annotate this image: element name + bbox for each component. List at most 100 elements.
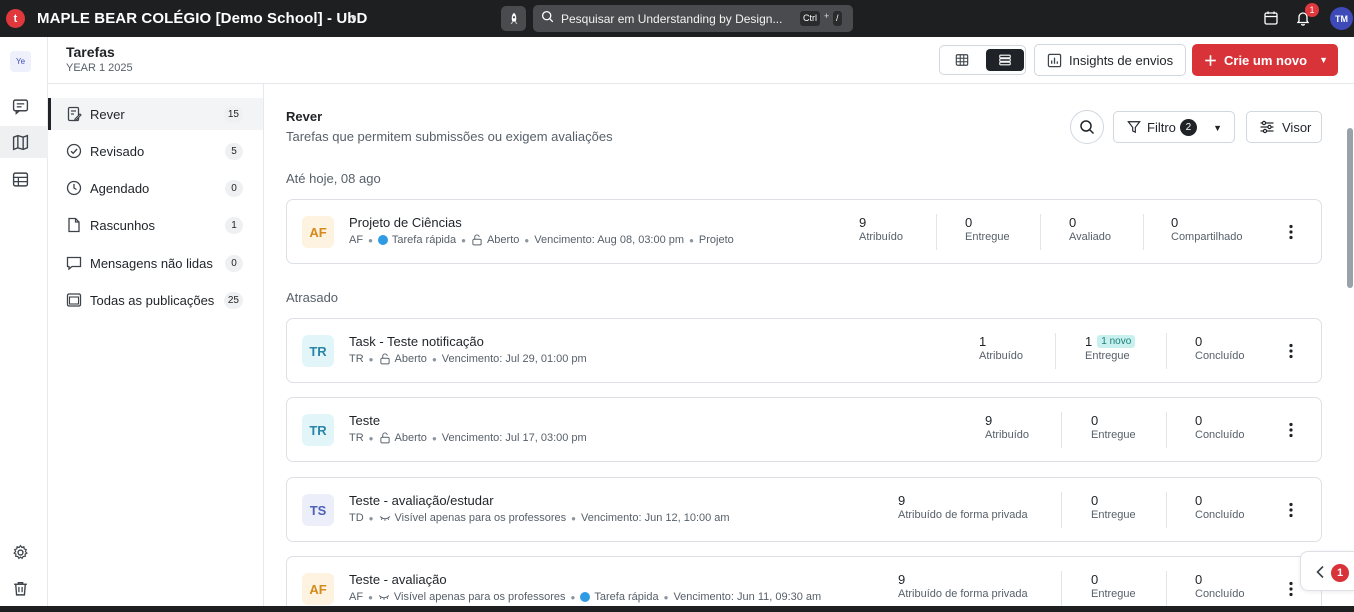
map-icon[interactable]	[10, 132, 30, 152]
user-avatar[interactable]: TM	[1330, 7, 1353, 30]
task-meta: TR ● Aberto ● Vencimento: Jul 29, 01:00 …	[349, 353, 587, 365]
sidebar-item-mensagens[interactable]: Mensagens não lidas 0	[48, 247, 263, 279]
insights-button[interactable]: Insights de envios	[1034, 44, 1186, 76]
stat-completed: 0 Concluído	[1195, 572, 1245, 600]
visor-button[interactable]: Visor	[1246, 111, 1322, 143]
task-title[interactable]: Teste - avaliação	[349, 572, 447, 587]
quick-task-dot-icon	[377, 235, 388, 245]
task-author: TD	[349, 512, 364, 524]
section-label-late: Atrasado	[286, 290, 339, 305]
app-logo[interactable]: t	[6, 9, 25, 28]
stat-divider	[1143, 214, 1144, 250]
search-icon	[1080, 120, 1095, 135]
notification-badge: 1	[1305, 3, 1319, 17]
task-extra: Projeto	[698, 234, 734, 246]
page-subtitle: YEAR 1 2025	[66, 62, 133, 74]
task-type: Tarefa rápida	[594, 591, 659, 603]
stat-graded: 0 Avaliado	[1069, 215, 1111, 243]
side-panel-toggle[interactable]: 1	[1300, 551, 1354, 591]
rocket-icon[interactable]	[501, 6, 526, 31]
chevron-left-icon	[1316, 565, 1324, 579]
filter-count-badge: 2	[1179, 118, 1197, 136]
filter-button[interactable]: Filtro 2 ▼	[1113, 111, 1235, 143]
more-options-icon[interactable]	[1283, 342, 1299, 360]
stat-divider	[936, 214, 937, 250]
task-author: AF	[349, 591, 364, 603]
eye-closed-icon	[379, 516, 390, 521]
more-options-icon[interactable]	[1283, 421, 1299, 439]
trash-icon[interactable]	[10, 578, 30, 598]
panel-count-badge: 1	[1331, 564, 1349, 582]
main-content: Rever Tarefas que permitem submissões ou…	[264, 84, 1354, 612]
task-visibility: Visível apenas para os professores	[394, 512, 567, 524]
message-icon	[66, 256, 82, 271]
sidebar-item-revisado[interactable]: Revisado 5	[48, 135, 263, 167]
school-switch-chevron-icon[interactable]: ▼	[349, 13, 358, 23]
sidebar-item-label: Mensagens não lidas	[90, 255, 213, 271]
chevron-down-icon: ▼	[1213, 123, 1222, 133]
class-chip[interactable]: Ye	[10, 51, 31, 72]
section-label-today: Até hoje, 08 ago	[286, 171, 381, 186]
filter-label: Filtro	[1147, 119, 1176, 135]
task-status: Aberto	[486, 234, 520, 246]
task-due: Vencimento: Jul 29, 01:00 pm	[441, 353, 587, 365]
taskbar-strip	[0, 606, 1354, 612]
grid-view-button[interactable]	[943, 49, 981, 71]
sidebar-item-agendado[interactable]: Agendado 0	[48, 172, 263, 204]
sidebar-item-rever[interactable]: Rever 15	[48, 98, 263, 130]
stat-completed: 0 Concluído	[1195, 334, 1245, 362]
task-title[interactable]: Task - Teste notificação	[349, 334, 484, 349]
table-icon[interactable]	[10, 169, 30, 189]
stat-divider	[1166, 492, 1167, 528]
more-options-icon[interactable]	[1283, 501, 1299, 519]
task-badge: TR	[302, 335, 334, 367]
task-badge: AF	[302, 216, 334, 248]
plus-icon	[1205, 54, 1216, 66]
stat-divider	[1166, 333, 1167, 369]
sidebar-item-publicacoes[interactable]: Todas as publicações 25	[48, 284, 263, 316]
task-title[interactable]: Teste - avaliação/estudar	[349, 493, 494, 508]
sidebar-item-count: 15	[223, 105, 243, 123]
scrollbar-thumb[interactable]	[1347, 128, 1353, 288]
task-card[interactable]: TR Task - Teste notificação TR ● Aberto …	[286, 318, 1322, 383]
school-title[interactable]: MAPLE BEAR COLÉGIO [Demo School] - UbD	[37, 10, 367, 27]
task-card[interactable]: TS Teste - avaliação/estudar TD ● Visíve…	[286, 477, 1322, 542]
task-visibility: Visível apenas para os professores	[393, 591, 566, 603]
stat-assigned: 9 Atribuído	[859, 215, 904, 243]
create-new-button[interactable]: Crie um novo ▼	[1192, 44, 1338, 76]
calendar-icon[interactable]	[1263, 10, 1279, 31]
sidebar-item-count: 5	[225, 142, 243, 160]
stat-divider	[1061, 571, 1062, 607]
section-subtitle: Tarefas que permitem submissões ou exige…	[286, 129, 613, 144]
sidebar-item-label: Agendado	[90, 180, 150, 196]
list-view-button[interactable]	[986, 49, 1024, 71]
task-status: Aberto	[394, 353, 427, 365]
stat-assigned: 9 Atribuído de forma privada	[898, 572, 1028, 600]
check-circle-icon	[66, 143, 82, 159]
global-search-input[interactable]: Pesquisar em Understanding by Design... …	[533, 5, 853, 32]
review-icon	[67, 106, 82, 122]
task-card[interactable]: AF Teste - avaliação AF ● Visível apenas…	[286, 556, 1322, 612]
task-author: TR	[349, 432, 364, 444]
shortcut-ctrl: Ctrl	[800, 11, 820, 26]
sidebar-item-rascunhos[interactable]: Rascunhos 1	[48, 209, 263, 241]
search-button[interactable]	[1070, 110, 1104, 144]
task-card[interactable]: TR Teste TR ● Aberto ● Vencimento: Jul 1…	[286, 397, 1322, 462]
task-title[interactable]: Teste	[349, 413, 380, 428]
more-options-icon[interactable]	[1283, 580, 1299, 598]
grid-icon	[955, 54, 969, 66]
insights-label: Insights de envios	[1069, 52, 1174, 68]
task-card[interactable]: AF Projeto de Ciências AF ● Tarefa rápid…	[286, 199, 1322, 264]
task-due: Vencimento: Aug 08, 03:00 pm	[534, 234, 685, 246]
chat-icon[interactable]	[10, 96, 30, 116]
stat-delivered: 0 Entregue	[1091, 493, 1136, 521]
task-title[interactable]: Projeto de Ciências	[349, 215, 462, 230]
page-header: Tarefas YEAR 1 2025 Insights de envios C…	[48, 37, 1354, 84]
settings-gear-icon[interactable]	[10, 542, 30, 562]
task-due: Vencimento: Jun 12, 10:00 am	[580, 512, 730, 524]
quick-task-dot-icon	[580, 592, 591, 602]
sidebar-item-count: 0	[225, 254, 243, 272]
task-meta: TR ● Aberto ● Vencimento: Jul 17, 03:00 …	[349, 432, 587, 444]
tasks-sidebar: Rever 15 Revisado 5 Agendado 0 Rascunhos…	[48, 84, 264, 612]
more-options-icon[interactable]	[1283, 223, 1299, 241]
